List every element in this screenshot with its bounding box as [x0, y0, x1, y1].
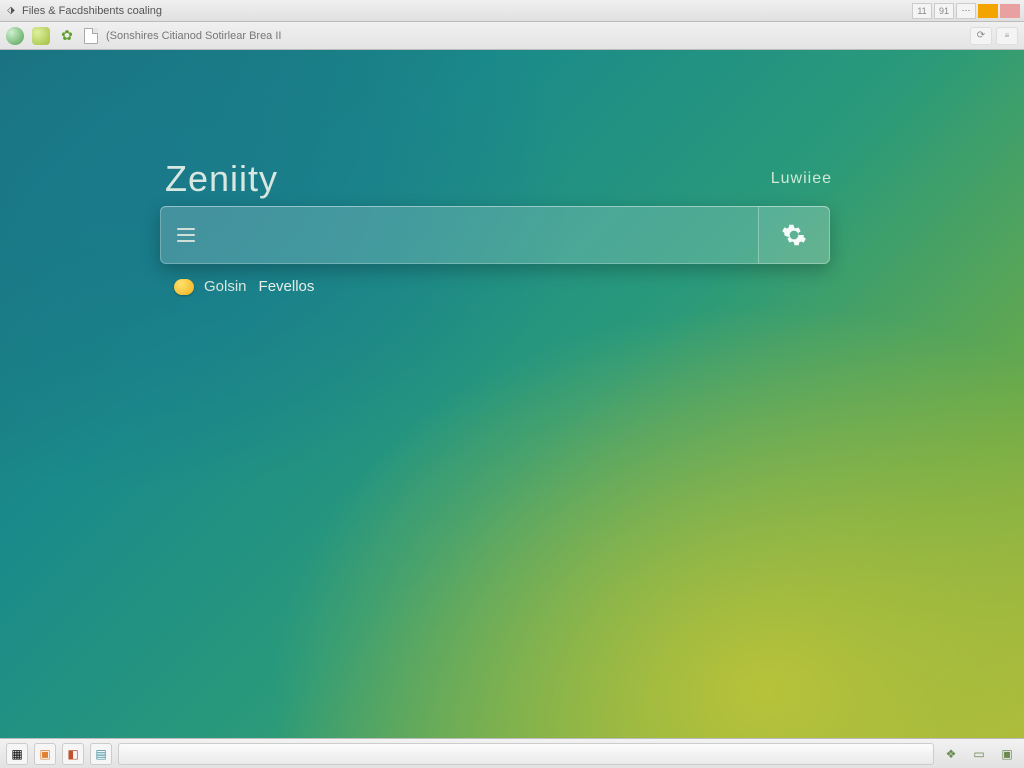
- tray-icon-2[interactable]: ▭: [968, 743, 990, 765]
- brand-title: Zeniity: [165, 158, 278, 200]
- window-title: Files & Facdshibents coaling: [22, 5, 162, 17]
- taskbar: ▦ ▣ ◧ ▤ ❖ ▭ ▣: [0, 738, 1024, 768]
- desktop-area: Zeniity Luwiiee Golsin Fevellos: [0, 50, 1024, 738]
- search-bar: [160, 206, 830, 264]
- leaf-icon[interactable]: ✿: [58, 27, 76, 45]
- globe-icon[interactable]: [6, 27, 24, 45]
- titlebar-app-icon: ⬗: [4, 4, 18, 18]
- page-icon[interactable]: [84, 28, 98, 44]
- suggestion-chip[interactable]: Golsin Fevellos: [174, 278, 314, 295]
- taskbar-app-1[interactable]: ▦: [6, 743, 28, 765]
- taskbar-app-4[interactable]: ▤: [90, 743, 112, 765]
- titlebar-swatch-orange[interactable]: [978, 4, 998, 18]
- titlebar-button-b[interactable]: 91: [934, 3, 954, 19]
- search-main[interactable]: [160, 206, 758, 264]
- chip-label-secondary: Fevellos: [259, 278, 315, 295]
- location-text: (Sonshires Citianod Sotirlear Brea II: [106, 30, 281, 42]
- settings-button[interactable]: [758, 206, 830, 264]
- titlebar-swatch-pink[interactable]: [1000, 4, 1020, 18]
- app-icon[interactable]: [32, 27, 50, 45]
- toolbar-refresh-icon[interactable]: ⟳: [970, 27, 992, 45]
- location-toolbar: ✿ (Sonshires Citianod Sotirlear Brea II …: [0, 22, 1024, 50]
- taskbar-app-2[interactable]: ▣: [34, 743, 56, 765]
- search-input[interactable]: [209, 225, 742, 246]
- window-titlebar: ⬗ Files & Facdshibents coaling 11 91 ⋯: [0, 0, 1024, 22]
- titlebar-button-a[interactable]: 11: [912, 3, 932, 19]
- toolbar-menu-icon[interactable]: ≡: [996, 27, 1018, 45]
- chip-label-primary: Golsin: [204, 278, 247, 295]
- gear-icon: [781, 222, 807, 248]
- titlebar-button-c[interactable]: ⋯: [956, 3, 976, 19]
- tray-icon-1[interactable]: ❖: [940, 743, 962, 765]
- menu-icon[interactable]: [177, 228, 195, 242]
- taskbar-app-3[interactable]: ◧: [62, 743, 84, 765]
- tray-icon-3[interactable]: ▣: [996, 743, 1018, 765]
- chip-dot-icon: [174, 279, 194, 295]
- header-link[interactable]: Luwiiee: [771, 170, 832, 188]
- taskbar-active-window[interactable]: [118, 743, 934, 765]
